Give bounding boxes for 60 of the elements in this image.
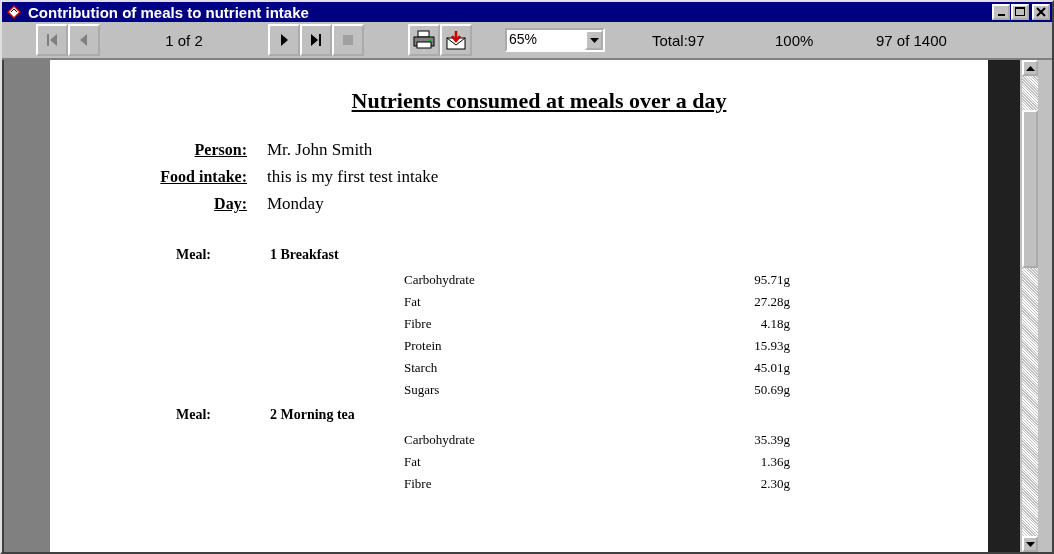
minimize-button[interactable] (992, 4, 1010, 20)
maximize-icon (1015, 7, 1025, 17)
nutrient-amount: 1.36g (759, 454, 790, 470)
nutrient-name: Fat (404, 294, 422, 310)
nutrient-amount: 15.93g (753, 338, 790, 354)
nutrient-amount: 2.30g (759, 476, 790, 492)
zoom-dropdown[interactable]: 65% (505, 28, 605, 52)
maximize-button[interactable] (1011, 4, 1029, 20)
nutrient-name: Carbohydrate (404, 272, 476, 288)
nutrient-amount: 45.01g (753, 360, 790, 376)
last-page-button[interactable] (300, 24, 332, 56)
close-button[interactable] (1032, 4, 1050, 20)
nutrient-name: Sugars (404, 382, 441, 398)
field-label: Food intake: (159, 167, 247, 186)
report-title: Nutrients consumed at meals over a day (350, 88, 727, 114)
skip-to-start-icon (46, 33, 58, 47)
down-arrow-icon (1025, 541, 1035, 547)
nutrient-amount: 35.39g (753, 432, 790, 448)
export-button[interactable] (440, 24, 472, 56)
nutrient-amount: 27.28g (753, 294, 790, 310)
envelope-icon (445, 30, 467, 50)
field-value: this is my first test intake (267, 166, 439, 187)
nutrient-name: Starch (404, 360, 439, 376)
up-arrow-icon (1025, 65, 1035, 71)
meal-label: Meal: (176, 247, 212, 263)
meal-name: 2 Morning tea (270, 407, 355, 423)
scroll-down-button[interactable] (1022, 536, 1038, 552)
meal-name: 1 Breakfast (270, 247, 339, 263)
print-button[interactable] (408, 24, 440, 56)
minimize-icon (997, 14, 1005, 16)
meal-label: Meal: (176, 407, 212, 423)
nutrient-amount: 95.71g (753, 272, 790, 288)
next-page-button[interactable] (268, 24, 300, 56)
nutrient-name: Protein (404, 338, 443, 354)
vertical-scrollbar[interactable] (1022, 60, 1038, 552)
skip-to-end-icon (310, 33, 322, 47)
field-value: Mr. John Smith (267, 139, 373, 160)
dropdown-arrow-icon (589, 37, 599, 43)
total-count: Total:97 (652, 31, 706, 49)
nutrient-name: Fibre (404, 316, 433, 332)
nutrient-name: Fibre (404, 476, 433, 492)
nutrient-amount: 4.18g (759, 316, 790, 332)
record-count: 97 of 1400 (876, 31, 947, 49)
app-icon (6, 4, 22, 20)
scroll-thumb[interactable] (1022, 110, 1038, 268)
field-value: Monday (267, 193, 324, 214)
field-label: Day: (213, 194, 247, 213)
right-triangle-icon (278, 33, 290, 47)
left-triangle-icon (78, 33, 90, 47)
nutrient-amount: 50.69g (753, 382, 790, 398)
close-icon (1036, 7, 1046, 17)
percent-label: 100% (775, 31, 815, 49)
window-title: Contribution of meals to nutrient intake (28, 3, 310, 21)
printer-icon (413, 30, 435, 50)
nutrient-name: Carbohydrate (404, 432, 476, 448)
scroll-up-button[interactable] (1022, 60, 1038, 76)
stop-icon (342, 33, 354, 47)
field-label: Person: (193, 140, 247, 159)
nutrient-name: Fat (404, 454, 422, 470)
page-indicator: 1 of 2 (164, 31, 204, 49)
